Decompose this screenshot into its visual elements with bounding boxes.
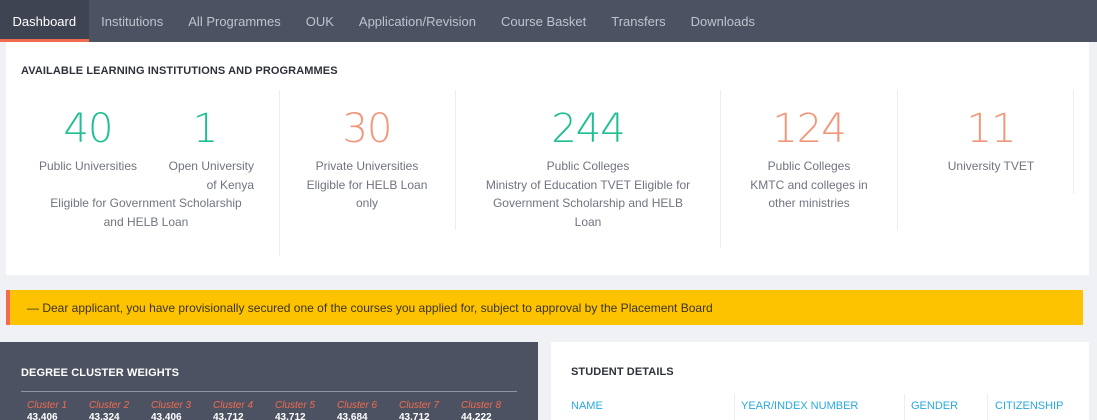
cluster-grid: Cluster 1 43.406 Cluster 2 43.324 Cluste…	[27, 400, 523, 420]
tab-ouk[interactable]: OUK	[293, 0, 346, 42]
stat-private-universities: 30 Private Universities Eligible for HEL…	[294, 109, 440, 213]
cluster-item: Cluster 5 43.712	[275, 400, 337, 420]
cluster-weights-title: DEGREE CLUSTER WEIGHTS	[21, 367, 180, 379]
stat-public-colleges-moe: 244 Public Colleges Ministry of Educatio…	[468, 109, 708, 231]
cluster-name: Cluster 8	[461, 400, 502, 411]
divider	[21, 391, 517, 392]
cluster-value: 43.406	[151, 412, 182, 420]
stat-public-colleges-kmtc: 124 Public Colleges KMTC and colleges in…	[734, 109, 884, 213]
public-universities-count: 40	[63, 106, 114, 152]
column-header-citizenship: CITIZENSHIP	[995, 400, 1064, 412]
tab-downloads[interactable]: Downloads	[678, 0, 767, 42]
cluster-name: Cluster 5	[275, 400, 316, 411]
institutions-card: AVAILABLE LEARNING INSTITUTIONS AND PROG…	[6, 42, 1089, 275]
divider	[897, 90, 898, 230]
cluster-name: Cluster 3	[151, 400, 192, 411]
divider	[720, 90, 721, 248]
degree-cluster-weights-card: DEGREE CLUSTER WEIGHTS Cluster 1 43.406 …	[0, 342, 538, 420]
tab-course-basket[interactable]: Course Basket	[488, 0, 598, 42]
moe-line4: Loan	[574, 214, 602, 229]
cluster-item: Cluster 2 43.324	[89, 400, 151, 420]
public-note-line1: Eligible for Government Scholarship	[50, 196, 242, 210]
cluster-value: 43.684	[337, 412, 368, 420]
cluster-item: Cluster 6 43.684	[337, 400, 399, 420]
institutions-title: AVAILABLE LEARNING INSTITUTIONS AND PROG…	[21, 65, 338, 77]
cluster-value: 44.222	[461, 412, 492, 420]
cluster-name: Cluster 7	[399, 400, 440, 411]
public-colleges-moe-label: Public Colleges Ministry of Education TV…	[468, 157, 708, 231]
stat-university-tvet: 11 University TVET	[916, 109, 1066, 176]
private-universities-label: Private Universities Eligible for HELB L…	[294, 157, 440, 213]
public-colleges-kmtc-count: 124	[772, 106, 846, 152]
kmtc-line1: Public Colleges	[767, 159, 851, 173]
cluster-value: 43.406	[27, 412, 58, 420]
university-tvet-label: University TVET	[947, 159, 1035, 173]
private-line1: Private Universities	[315, 159, 419, 173]
divider	[279, 90, 280, 256]
open-university-label-line2: of Kenya	[206, 177, 254, 192]
column-header-name: NAME	[571, 400, 603, 412]
divider	[455, 90, 456, 230]
university-tvet-count: 11	[966, 106, 1017, 152]
divider	[1073, 90, 1074, 194]
student-details-title: STUDENT DETAILS	[571, 366, 674, 378]
top-navigation: Dashboard Institutions All Programmes OU…	[0, 0, 1097, 42]
open-university-label-line1: Open University	[168, 159, 254, 173]
stat-public-universities: 40 Public Universities	[30, 109, 146, 176]
student-details-card: STUDENT DETAILS NAME YEAR/INDEX NUMBER G…	[551, 342, 1089, 420]
cluster-name: Cluster 4	[213, 400, 254, 411]
cluster-item: Cluster 7 43.712	[399, 400, 461, 420]
private-line2: Eligible for HELB Loan	[306, 177, 428, 192]
public-note-line2: and HELB Loan	[103, 214, 189, 229]
cluster-item: Cluster 4 43.712	[213, 400, 275, 420]
alert-text: — Dear applicant, you have provisionally…	[27, 300, 713, 315]
student-table-header: NAME YEAR/INDEX NUMBER GENDER CITIZENSHI…	[571, 400, 1085, 412]
cluster-item: Cluster 1 43.406	[27, 400, 89, 420]
tab-application-revision[interactable]: Application/Revision	[346, 0, 488, 42]
kmtc-line3: other ministries	[768, 196, 850, 210]
cluster-value: 43.324	[89, 412, 120, 420]
open-university-count: 1	[192, 106, 218, 152]
column-header-year-index: YEAR/INDEX NUMBER	[741, 400, 859, 412]
open-university-label: Open University of Kenya	[153, 157, 257, 194]
moe-line2: Ministry of Education TVET Eligible for	[485, 177, 691, 192]
cluster-name: Cluster 2	[89, 400, 130, 411]
cluster-item: Cluster 3 43.406	[151, 400, 213, 420]
moe-line3: Government Scholarship and HELB	[492, 196, 684, 210]
cluster-value: 43.712	[275, 412, 306, 420]
kmtc-line2: KMTC and colleges in	[750, 177, 868, 192]
private-line3: only	[355, 196, 378, 210]
public-colleges-moe-count: 244	[551, 106, 625, 152]
private-universities-count: 30	[342, 106, 393, 152]
cluster-name: Cluster 1	[27, 400, 68, 411]
tab-institutions[interactable]: Institutions	[89, 0, 176, 42]
cluster-item: Cluster 8 44.222	[461, 400, 523, 420]
public-colleges-kmtc-label: Public Colleges KMTC and colleges in oth…	[734, 157, 884, 213]
tab-transfers[interactable]: Transfers	[599, 0, 678, 42]
public-universities-label: Public Universities	[38, 159, 138, 173]
cluster-name: Cluster 6	[337, 400, 378, 411]
column-header-gender: GENDER	[911, 400, 959, 412]
public-eligibility-note: Eligible for Government Scholarship and …	[26, 194, 266, 231]
moe-line1: Public Colleges	[546, 159, 630, 173]
placement-alert: — Dear applicant, you have provisionally…	[6, 290, 1083, 325]
tab-all-programmes[interactable]: All Programmes	[176, 0, 293, 42]
cluster-value: 43.712	[213, 412, 244, 420]
stat-open-university: 1 Open University of Kenya	[153, 109, 257, 194]
cluster-value: 43.712	[399, 412, 430, 420]
tab-dashboard[interactable]: Dashboard	[0, 0, 89, 42]
